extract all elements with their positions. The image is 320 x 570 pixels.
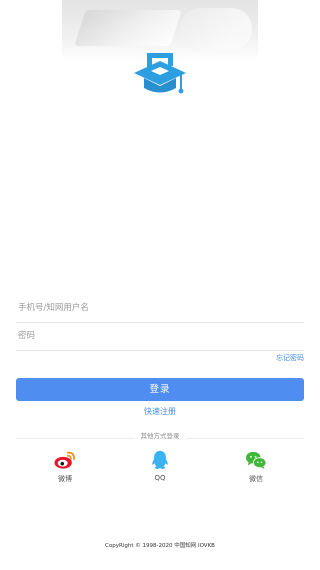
password-field[interactable] — [16, 322, 308, 351]
qq-label: QQ — [154, 474, 166, 482]
graduation-cap-logo-icon — [134, 53, 186, 94]
login-page: 忘记密码 登录 快速注册 其他方式登录 微博 QQ — [0, 0, 320, 570]
login-button[interactable]: 登录 — [16, 378, 304, 401]
phone-username-input[interactable] — [16, 294, 308, 322]
wechat-icon — [246, 451, 267, 470]
other-login-label: 其他方式登录 — [0, 430, 320, 440]
copyright-text: CopyRight © 1998-2020 中国知网 IOVKB — [105, 543, 215, 549]
forgot-password-link[interactable]: 忘记密码 — [276, 353, 304, 363]
weibo-icon — [54, 451, 75, 469]
hand-image — [180, 8, 252, 50]
password-input[interactable] — [16, 322, 308, 350]
wechat-login-button[interactable]: 微信 — [236, 450, 276, 484]
qq-login-button[interactable]: QQ — [140, 450, 180, 482]
qq-icon — [152, 450, 168, 470]
other-login-label-text: 其他方式登录 — [134, 432, 186, 440]
weibo-label: 微博 — [58, 475, 72, 483]
phone-username-field[interactable] — [16, 294, 308, 323]
wechat-label: 微信 — [249, 475, 263, 483]
laptop-image — [74, 10, 182, 46]
weibo-login-button[interactable]: 微博 — [45, 450, 85, 484]
quick-register-link[interactable]: 快速注册 — [0, 406, 320, 417]
